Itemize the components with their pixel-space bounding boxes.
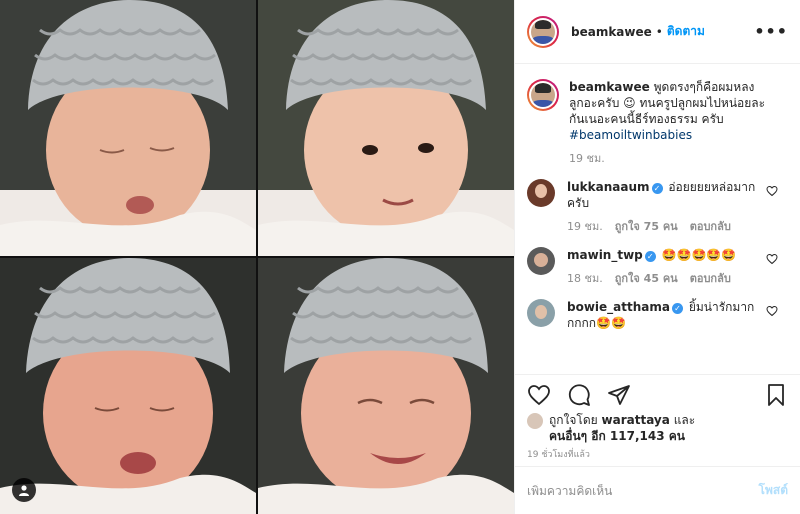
photo-tile-baby-looking [258, 0, 514, 256]
liker-avatar[interactable] [527, 413, 543, 429]
comment-item: mawin_twp ✓ 🤩🤩🤩🤩🤩 18 ชม. ถูกใจ 45 คน ตอบก… [527, 247, 788, 287]
add-comment-bar: โพสต์ [515, 466, 800, 514]
verified-badge-icon: ✓ [671, 303, 683, 314]
reply-button[interactable]: ตอบกลับ [690, 219, 731, 235]
comment-time: 18 ชม. [567, 272, 603, 285]
liker-username[interactable]: warattaya [602, 413, 670, 427]
caption-item: beamkawee พูดตรงๆก็คือผมหลงลูกอะครับ 😉 ท… [527, 79, 788, 167]
comment-likes[interactable]: ถูกใจ 45 คน [615, 271, 678, 287]
caption-username[interactable]: beamkawee [569, 80, 650, 94]
comment-bubble-icon[interactable] [567, 383, 591, 407]
comment-username[interactable]: bowie_atthama [567, 300, 670, 314]
post-header: beamkawee • ติดตาม ••• [515, 0, 800, 64]
commenter-avatar[interactable] [527, 247, 555, 275]
header-separator: • [655, 24, 663, 39]
instagram-post: beamkawee • ติดตาม ••• beamkawee พูดตรงๆ… [0, 0, 800, 514]
post-sidebar: beamkawee • ติดตาม ••• beamkawee พูดตรงๆ… [514, 0, 800, 514]
commenter-avatar[interactable] [527, 299, 555, 327]
like-comment-heart-icon[interactable] [766, 185, 778, 197]
photo-tile-baby-sleeping [0, 0, 256, 256]
comment-text: 🤩🤩🤩🤩🤩 [661, 248, 737, 262]
verified-badge-icon: ✓ [644, 251, 656, 262]
user-icon [19, 485, 29, 496]
comment-likes[interactable]: ถูกใจ 75 คน [615, 219, 678, 235]
author-avatar[interactable] [527, 15, 559, 48]
comment-item: lukkanaaum ✓ อ่อยยยยหล่อมากครับ 19 ชม. ถู… [527, 179, 788, 235]
add-comment-input[interactable] [527, 483, 759, 498]
likes-summary: ถูกใจโดย warattaya และ คนอื่นๆ อีก 117,1… [527, 412, 788, 444]
more-options-icon[interactable]: ••• [754, 22, 788, 41]
caption-time: 19 ชม. [569, 152, 605, 165]
comment-item: bowie_atthama ✓ ยิ้มน่ารักมากกกกก🤩🤩 [527, 299, 788, 331]
photo-tile-baby-smiling [258, 258, 514, 514]
share-send-icon[interactable] [607, 383, 631, 407]
author-username[interactable]: beamkawee [571, 25, 652, 39]
caption-avatar[interactable] [527, 79, 559, 111]
post-comment-button[interactable]: โพสต์ [759, 481, 788, 500]
tagged-users-button[interactable] [12, 478, 36, 502]
verified-badge-icon: ✓ [651, 183, 663, 194]
photo-tile-baby-yawning [0, 258, 256, 514]
post-actions-bar [515, 374, 800, 414]
comment-username[interactable]: mawin_twp [567, 248, 643, 262]
comments-list[interactable]: beamkawee พูดตรงๆก็คือผมหลงลูกอะครับ 😉 ท… [515, 65, 800, 374]
post-timestamp[interactable]: 19 ชั่วโมงที่แล้ว [527, 447, 590, 461]
likes-prefix: ถูกใจโดย [549, 413, 598, 427]
save-bookmark-icon[interactable] [764, 383, 788, 407]
post-photo[interactable] [0, 0, 514, 514]
likes-and: และ [673, 413, 696, 427]
like-comment-heart-icon[interactable] [766, 305, 778, 317]
commenter-avatar[interactable] [527, 179, 555, 207]
comment-username[interactable]: lukkanaaum [567, 180, 650, 194]
reply-button[interactable]: ตอบกลับ [690, 271, 731, 287]
like-heart-icon[interactable] [527, 383, 551, 407]
caption-hashtag[interactable]: #beamoiltwinbabies [569, 128, 692, 142]
likes-others-count[interactable]: คนอื่นๆ อีก 117,143 คน [549, 429, 685, 443]
like-comment-heart-icon[interactable] [766, 253, 778, 265]
follow-button[interactable]: ติดตาม [667, 22, 705, 41]
comment-time: 19 ชม. [567, 220, 603, 233]
